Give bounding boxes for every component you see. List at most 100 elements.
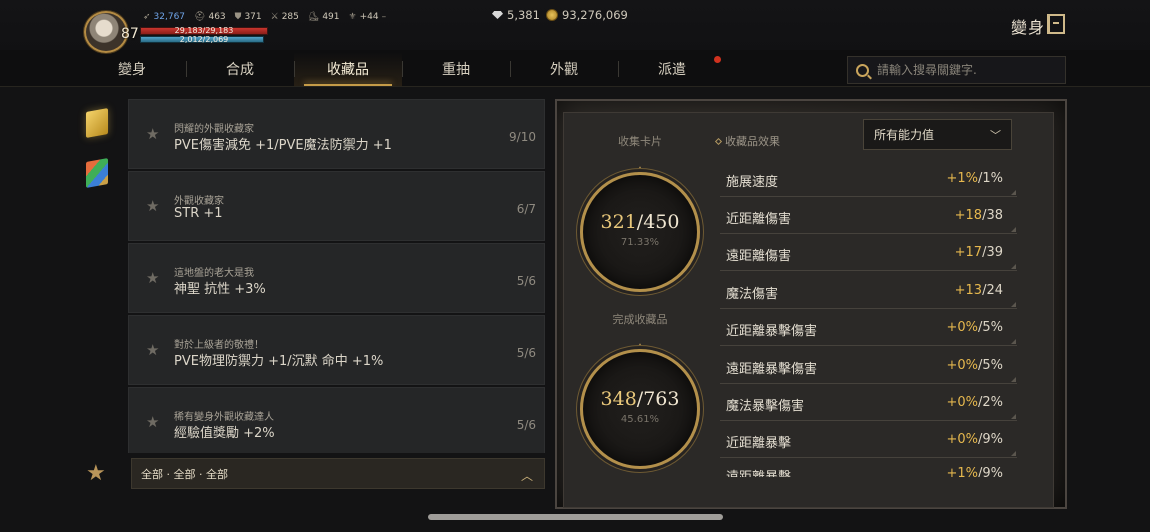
coin-icon [546,9,558,21]
completed-percent: 45.61% [620,414,660,425]
star-icon[interactable]: ★ [146,269,159,287]
effect-row: 魔法傷害 +13/24 [720,272,1017,309]
corner-marker [1011,377,1016,382]
star-icon[interactable]: ★ [146,341,159,359]
effect-value: +13/24 [954,283,1003,298]
collection-row[interactable]: ★ 閃耀的外觀收藏家 PVE傷害減免 +1/PVE魔法防禦力 +1 9/10 [128,99,545,169]
tab-reroll[interactable]: 重抽 [402,52,510,86]
effect-name: 魔法傷害 [726,287,779,302]
colored-book-icon[interactable] [86,158,108,188]
cards-percent: 71.33% [620,237,660,248]
corner-marker [1011,414,1016,419]
corner-marker [1011,264,1016,269]
tab-transform[interactable]: 變身 [78,52,186,86]
gold-currency: 93,276,069 [546,8,628,22]
effect-row: 魔法暴擊傷害 +0%/2% [720,384,1017,421]
search-box[interactable] [847,56,1066,84]
effect-value: +0%/9% [946,432,1003,447]
tab-appearance[interactable]: 外觀 [510,52,618,86]
stat-boots: ⛸ 491 [307,12,340,22]
favorite-star-icon[interactable]: ★ [86,461,106,486]
corner-marker [1011,227,1016,232]
exit-icon[interactable] [1047,14,1065,34]
stat-sword: ⚔ 285 [270,12,299,22]
collection-row[interactable]: ★ 這地盤的老大是我 神聖 抗性 +3% 5/6 [128,243,545,313]
collection-effect: PVE物理防禦力 +1/沉默 命中 +1% [174,354,384,369]
collection-row[interactable]: ★ 外觀收藏家 STR +1 6/7 [128,171,545,241]
star-icon[interactable]: ★ [146,125,159,143]
diamond-icon [714,137,723,146]
collection-row[interactable]: ★ 稀有變身外觀收藏達人 經驗值獎勵 +2% 5/6 [128,387,545,453]
collection-row[interactable]: ★ 對於上級者的敬禮！ PVE物理防禦力 +1/沉默 命中 +1% 5/6 [128,315,545,385]
cards-count: 321/450 [600,211,680,233]
player-stats: ➶ 32,767 ⛑ 463 ⛊ 371 ⚔ 285 ⛸ 491 ⚜ +44 – [143,12,386,22]
corner-marker [1011,451,1016,456]
effect-row: 遠距離傷害 +17/39 [720,234,1017,271]
dropdown-value: 所有能力值 [874,128,935,142]
player-level: 87 [121,26,139,42]
collection-title: 對於上級者的敬禮！ [174,340,264,351]
chevron-up-icon[interactable]: ︿ [521,467,533,484]
collection-effect: 經驗值獎勵 +2% [174,426,275,441]
star-icon[interactable]: ★ [146,413,159,431]
gold-book-icon[interactable] [86,108,108,138]
effect-value: +0%/5% [946,320,1003,335]
filter-bar[interactable]: 全部 · 全部 · 全部 ︿ [131,458,545,489]
effect-name: 遠距離傷害 [726,249,792,264]
corner-marker [1011,302,1016,307]
feather-icon: ➶ [143,12,151,22]
collection-effect: 神聖 抗性 +3% [174,282,266,297]
effect-value: +0%/5% [946,358,1003,373]
tab-dispatch[interactable]: 派遣 [618,52,726,86]
gem-currency: 5,381 [492,8,540,22]
effect-row: 近距離暴擊 +0%/9% [720,421,1017,458]
filter-text: 全部 · 全部 · 全部 [141,467,228,481]
effect-name: 近距離暴擊 [726,436,792,451]
effect-row: 遠距離暴擊傷害 +0%/5% [720,347,1017,384]
gem-icon [492,11,503,19]
effect-value: +1%/9% [946,466,1003,477]
armor-icon: ⛊ [234,12,242,22]
home-indicator[interactable] [428,514,723,520]
effects-label: 收藏品效果 [714,133,780,149]
tab-collection[interactable]: 收藏品 [294,52,402,86]
search-input[interactable] [877,63,1057,77]
collection-title: 外觀收藏家 [174,196,224,207]
completed-label: 完成收藏品 [612,313,668,326]
collection-progress: 5/6 [516,274,536,288]
effect-row: 近距離傷害 +18/38 [720,197,1017,234]
effect-value: +1%/1% [946,171,1003,186]
effect-value: +0%/2% [946,395,1003,410]
corner-marker [1011,339,1016,344]
effect-name: 遠距離暴擊 [726,466,791,477]
effect-name: 施展速度 [726,175,779,190]
page-title: 變身 [1011,18,1046,37]
stat-filter-dropdown[interactable]: 所有能力值 ﹀ [863,119,1012,150]
collection-title: 這地盤的老大是我 [174,268,254,279]
tab-synthesis[interactable]: 合成 [186,52,294,86]
helmet-icon: ⛑ [194,12,206,22]
effect-name: 遠距離暴擊傷害 [726,362,818,377]
wing-icon: ⚜ [348,12,357,22]
stat-feather: ➶ 32,767 [143,12,186,22]
collection-title: 稀有變身外觀收藏達人 [174,412,274,423]
effect-row: 近距離暴擊傷害 +0%/5% [720,309,1017,346]
chevron-down-icon[interactable]: ﹀ [990,127,1001,143]
stat-wing: ⚜ +44 – [348,12,387,22]
effect-name: 近距離暴擊傷害 [726,324,818,339]
collection-title: 閃耀的外觀收藏家 [174,124,254,135]
effect-name: 魔法暴擊傷害 [726,399,805,414]
corner-marker [1011,190,1016,195]
effect-value: +17/39 [954,245,1003,260]
boots-icon: ⛸ [307,12,320,22]
search-icon[interactable] [856,63,869,77]
notification-dot [714,56,721,63]
collection-effect: STR +1 [174,206,223,221]
effect-value: +18/38 [954,208,1003,223]
completed-count: 348/763 [600,388,680,410]
collection-effect: PVE傷害減免 +1/PVE魔法防禦力 +1 [174,138,392,153]
star-icon[interactable]: ★ [146,197,159,215]
effect-name: 近距離傷害 [726,212,792,227]
effect-row: 施展速度 +1%/1% [720,160,1017,197]
sword-icon: ⚔ [270,12,279,22]
